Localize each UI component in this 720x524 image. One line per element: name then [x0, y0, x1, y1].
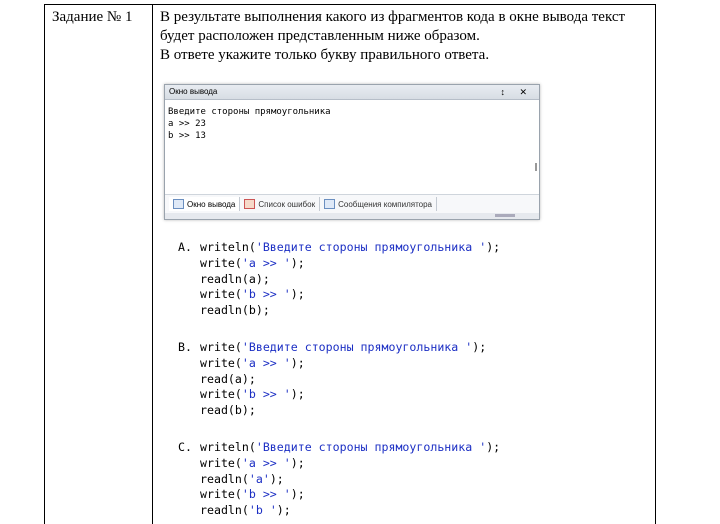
code-string: 'Введите стороны прямоугольника ' — [241, 340, 473, 354]
code-string: 'Введите стороны прямоугольника ' — [255, 240, 487, 254]
code-call: read(b); — [200, 403, 256, 418]
code-string: 'a >> ' — [241, 355, 291, 370]
code-option-a: A. writeln('Введите стороны прямоугольник… — [178, 240, 500, 319]
scrollbar-thumb[interactable] — [495, 214, 515, 217]
code-end: ); — [276, 503, 291, 518]
code-end: ); — [290, 287, 305, 302]
code-call: readln( — [200, 503, 249, 518]
code-end: ); — [290, 255, 305, 270]
output-tabs: Окно вывода Список ошибок Сообщения комп… — [165, 194, 539, 213]
code-call: write( — [200, 455, 242, 470]
code-end: ); — [269, 471, 284, 486]
code-line: readln('a'); — [178, 472, 500, 488]
code-end: ); — [486, 440, 501, 454]
code-string: 'b >> ' — [241, 387, 291, 402]
task-instruction: В ответе укажите только букву правильног… — [160, 47, 490, 63]
code-call: write( — [200, 340, 242, 354]
console-line: Введите стороны прямоугольника — [168, 107, 331, 117]
code-line: write('a >> '); — [178, 356, 486, 372]
output-window-icon — [173, 199, 184, 209]
code-string: 'a' — [248, 471, 270, 486]
code-call: readln(a); — [200, 271, 270, 286]
code-line: readln(a); — [178, 272, 500, 288]
window-controls-icon[interactable]: ↕ ✕ — [500, 85, 533, 99]
code-string: 'a >> ' — [241, 255, 291, 270]
horizontal-scrollbar[interactable] — [165, 213, 539, 219]
code-call: readln( — [200, 471, 249, 486]
code-line: write('b >> '); — [178, 287, 500, 303]
code-call: readln(b); — [200, 303, 270, 318]
option-letter: B. — [178, 340, 192, 354]
code-line: read(b); — [178, 403, 486, 419]
code-end: ); — [290, 487, 305, 502]
code-line: write('b >> '); — [178, 387, 486, 403]
code-call: read(a); — [200, 371, 256, 386]
code-call: write( — [200, 287, 242, 302]
code-call: writeln( — [200, 240, 256, 254]
compiler-messages-icon — [324, 199, 336, 209]
code-option-b: B. write('Введите стороны прямоугольника … — [178, 340, 486, 419]
code-call: writeln( — [200, 440, 256, 454]
scrollbar-icon — [535, 163, 537, 171]
code-line: B. write('Введите стороны прямоугольника … — [178, 340, 486, 356]
code-end: ); — [472, 340, 487, 354]
code-line: A. writeln('Введите стороны прямоугольник… — [178, 240, 500, 256]
code-end: ); — [486, 240, 501, 254]
code-call: write( — [200, 487, 242, 502]
console-line: b >> 13 — [168, 131, 206, 141]
code-call: write( — [200, 387, 242, 402]
code-line: read(a); — [178, 372, 486, 388]
code-string: 'b ' — [248, 503, 277, 518]
code-call: write( — [200, 255, 242, 270]
code-end: ); — [290, 387, 305, 402]
task-question: В результате выполнения какого из фрагме… — [160, 9, 626, 44]
code-line: readln('b '); — [178, 503, 500, 519]
table-top-border — [44, 4, 656, 5]
code-option-c: C. writeln('Введите стороны прямоугольник… — [178, 440, 500, 519]
tab-output[interactable]: Окно вывода — [169, 197, 241, 211]
table-column-divider — [152, 4, 153, 524]
code-line: write('a >> '); — [178, 456, 500, 472]
code-line: write('a >> '); — [178, 256, 500, 272]
code-line: readln(b); — [178, 303, 500, 319]
option-letter: A. — [178, 240, 192, 254]
output-window-titlebar: Окно вывода ↕ ✕ — [165, 85, 539, 100]
code-line: C. writeln('Введите стороны прямоугольник… — [178, 440, 500, 456]
task-statement: В результате выполнения какого из фрагме… — [160, 8, 630, 65]
output-window-title: Окно вывода — [169, 87, 218, 96]
task-number: Задание № 1 — [52, 9, 133, 25]
code-string: 'a >> ' — [241, 455, 291, 470]
code-string: 'Введите стороны прямоугольника ' — [255, 440, 487, 454]
code-string: 'b >> ' — [241, 287, 291, 302]
console-output: Введите стороны прямоугольника a >> 23 b… — [165, 100, 539, 186]
code-string: 'b >> ' — [241, 487, 291, 502]
tab-compiler-messages[interactable]: Сообщения компилятора — [320, 197, 437, 211]
error-list-icon — [244, 199, 256, 209]
code-line: write('b >> '); — [178, 487, 500, 503]
option-letter: C. — [178, 440, 192, 454]
console-line: a >> 23 — [168, 119, 206, 129]
tab-error-list[interactable]: Список ошибок — [240, 197, 321, 211]
table-right-border — [655, 4, 656, 524]
code-end: ); — [290, 455, 305, 470]
code-call: write( — [200, 355, 242, 370]
code-end: ); — [290, 355, 305, 370]
output-window: Окно вывода ↕ ✕ Введите стороны прямоуго… — [164, 84, 540, 220]
table-left-border — [44, 4, 45, 524]
